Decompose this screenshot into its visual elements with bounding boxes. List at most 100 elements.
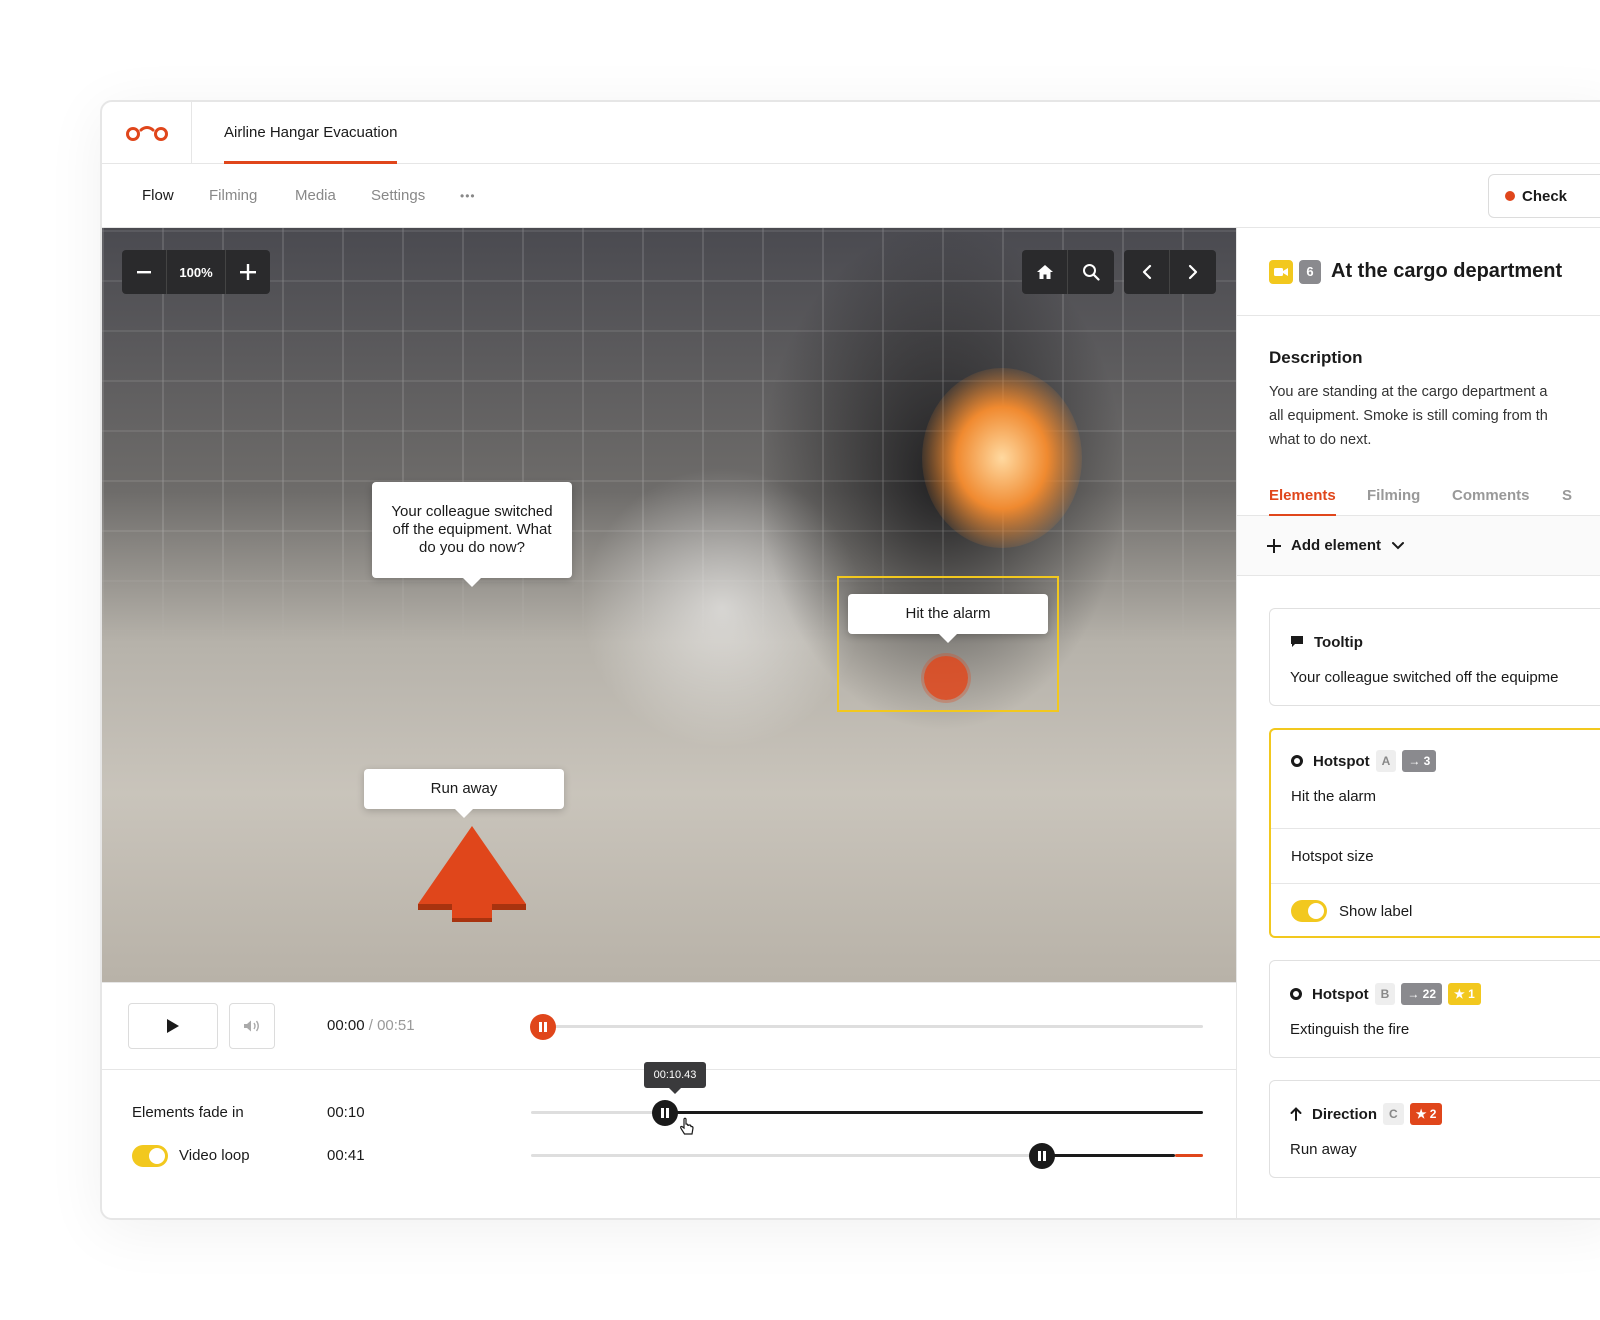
element-text: Run away [1290,1141,1357,1158]
element-header: Hotspot B → 22 ★ 1 [1290,983,1589,1005]
logo-icon [125,126,168,141]
fade-track-fill [665,1111,1203,1114]
arrow-right-icon: → [1407,987,1420,1001]
description-heading: Description [1269,348,1363,367]
show-label-toggle[interactable] [1291,900,1327,922]
fade-time: 00:10 [327,1104,365,1121]
add-element-label: Add element [1291,537,1382,554]
goto-badge: → 22 [1401,983,1443,1005]
element-letter-badge: A [1375,750,1397,772]
fire-visual [922,368,1082,548]
element-card-tooltip[interactable]: Tooltip Your colleague switched off the … [1269,608,1600,706]
speech-bubble-icon [1291,636,1303,647]
element-card-hotspot-b[interactable]: Hotspot B → 22 ★ 1 Extinguish the fire [1269,960,1600,1058]
more-menu-icon[interactable]: ••• [460,164,476,228]
loop-handle[interactable] [1028,1143,1055,1169]
volume-icon [244,1020,259,1032]
loop-track-fill [1041,1154,1175,1157]
cursor-hand-icon [680,1117,694,1135]
next-button[interactable] [1170,250,1216,294]
element-letter-badge: C [1383,1103,1404,1125]
nav-flow[interactable]: Flow [142,164,174,228]
mute-button[interactable] [229,1003,275,1049]
direction-label-bubble[interactable]: Run away [364,769,564,818]
pause-icon [661,1108,670,1118]
hotspot-marker[interactable] [924,656,968,700]
top-bar: Airline Hangar Evacuation [102,102,1600,164]
video-camera-icon [1269,259,1293,284]
fade-label: Elements fade in [132,1104,244,1121]
arrow-up-icon [1290,1107,1302,1121]
duration: 00:51 [377,1017,415,1034]
zoom-level: 100% [166,250,226,294]
view-controls [1022,250,1114,294]
tab-comments[interactable]: Comments [1452,476,1530,516]
scene-header: 6 At the cargo department [1237,228,1600,316]
scrubber-tooltip: 00:10.43 [644,1062,706,1094]
element-letter-badge: B [1374,983,1396,1005]
scene-number-badge: 6 [1299,259,1321,284]
scene-viewer[interactable]: 100% Your colleague switched off the equ… [102,228,1236,982]
fade-handle[interactable] [652,1100,679,1126]
tab-more[interactable]: S [1562,476,1572,516]
tab-filming[interactable]: Filming [1367,476,1420,516]
element-text: Hit the alarm [1291,788,1377,805]
playhead[interactable] [530,1014,556,1040]
plus-icon [240,264,256,280]
loop-end-marker [1175,1154,1203,1157]
nav-media[interactable]: Media [295,164,336,228]
description-text[interactable]: You are standing at the cargo department… [1269,380,1600,452]
plus-icon [1267,538,1281,553]
element-header: Hotspot A → 3 [1291,750,1589,772]
hotspot-icon [1291,755,1303,767]
search-button[interactable] [1068,250,1114,294]
tab-elements[interactable]: Elements [1269,476,1336,517]
sub-navigation: Flow Filming Media Settings ••• Check [102,164,1600,228]
nav-filming[interactable]: Filming [209,164,257,228]
loop-label: Video loop [179,1147,250,1164]
play-button[interactable] [128,1003,218,1049]
check-button[interactable]: Check [1488,174,1600,218]
video-loop-toggle[interactable] [132,1145,168,1167]
star-icon: ★ [1454,987,1465,1001]
direction-arrow-icon[interactable] [414,822,530,922]
minus-icon [137,271,151,274]
show-label-row: Show label [1271,883,1600,938]
scene-pager [1124,250,1216,294]
status-dot [1505,191,1515,201]
play-icon [167,1019,179,1033]
star-badge: ★ 1 [1448,983,1481,1005]
element-card-hotspot-a[interactable]: Hotspot A → 3 Hit the alarm Hotspot size… [1269,728,1600,938]
app-window: Airline Hangar Evacuation Flow Filming M… [100,100,1600,1220]
tooltip-bubble[interactable]: Your colleague switched off the equipmen… [372,482,572,587]
home-icon [1036,265,1053,279]
hotspot-label-bubble[interactable]: Hit the alarm [848,594,1048,643]
element-card-direction[interactable]: Direction C ★ 2 Run away [1269,1080,1600,1178]
element-header: Direction C ★ 2 [1290,1103,1589,1125]
chevron-right-icon [1188,264,1198,280]
star-icon: ★ [1415,1107,1427,1121]
home-button[interactable] [1022,250,1068,294]
scene-panel: 6 At the cargo department Description Yo… [1236,228,1600,1218]
nav-settings[interactable]: Settings [371,164,425,228]
check-label: Check [1522,187,1568,205]
project-tab[interactable]: Airline Hangar Evacuation [224,102,398,164]
zoom-in-button[interactable] [226,250,270,294]
pause-icon [539,1022,547,1032]
search-icon [1083,264,1100,281]
arrow-right-icon: → [1408,754,1421,768]
panel-tabs: Elements Filming Comments S [1237,476,1600,517]
playback-track[interactable] [543,1025,1203,1028]
add-element-button[interactable]: Add element [1237,516,1600,576]
hotspot-size-row[interactable]: Hotspot size [1271,828,1600,883]
timeline-panel: 00:00 / 00:51 Elements fade in 00:10 Vid… [102,982,1236,1218]
scene-title[interactable]: At the cargo department [1331,260,1562,283]
hotspot-icon [1290,988,1302,1000]
element-header: Tooltip [1290,631,1589,653]
zoom-out-button[interactable] [122,250,166,294]
previous-button[interactable] [1124,250,1170,294]
current-time: 00:00 [327,1017,365,1034]
loop-time: 00:41 [327,1147,365,1164]
app-logo[interactable] [102,102,192,164]
chevron-left-icon [1142,264,1151,280]
